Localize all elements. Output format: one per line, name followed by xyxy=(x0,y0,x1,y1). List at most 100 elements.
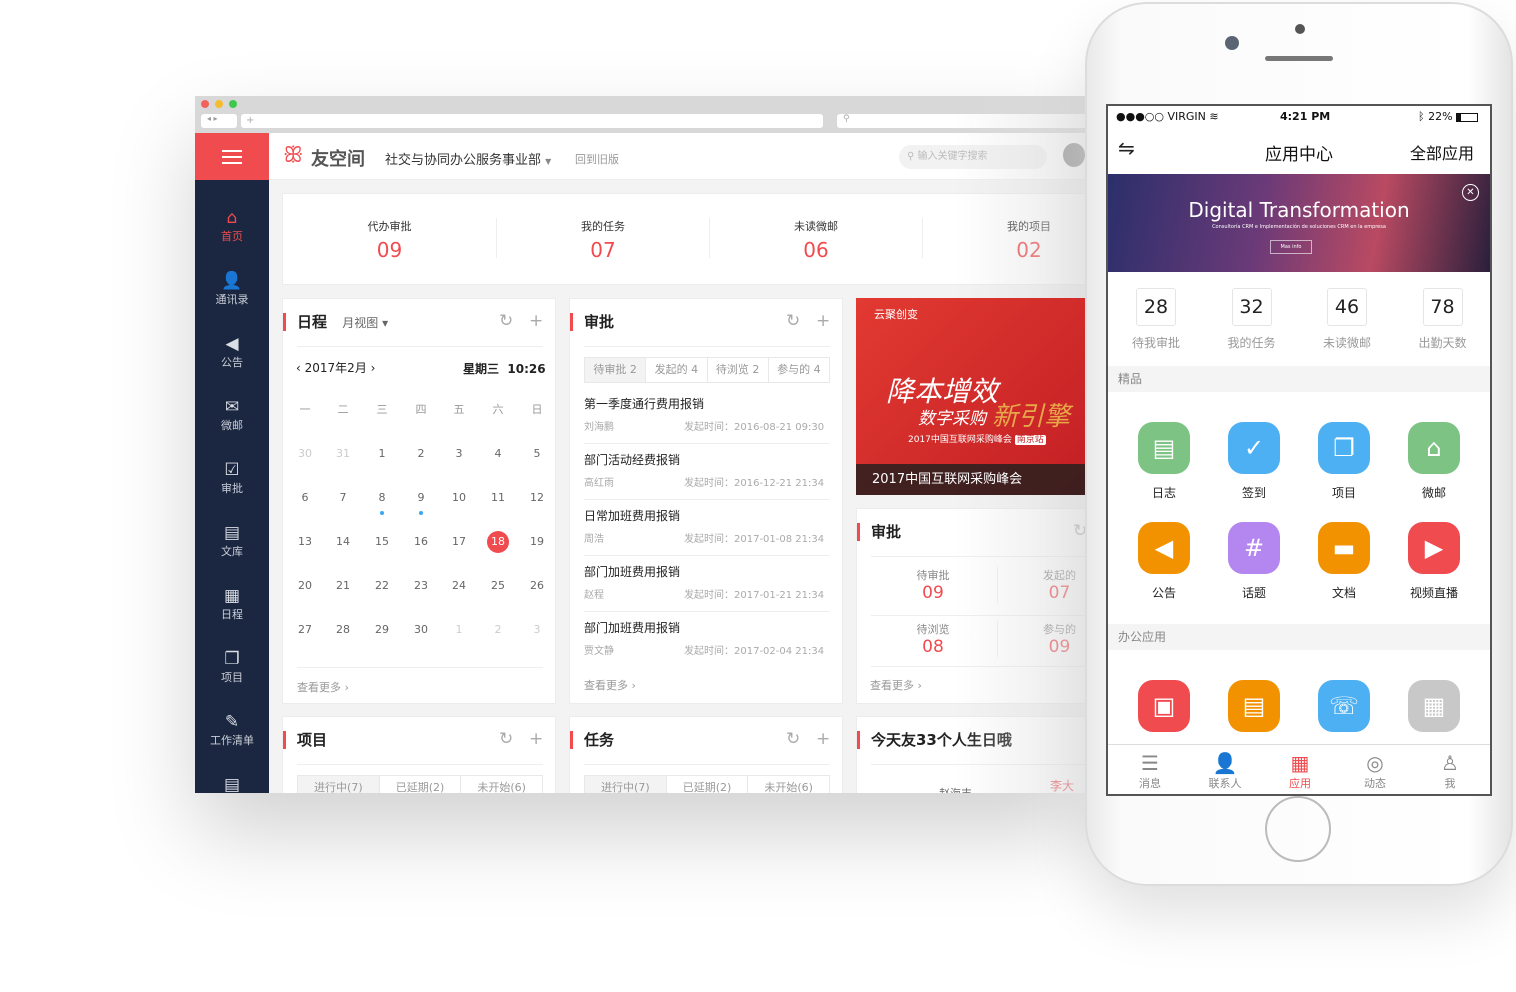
promo-banner[interactable]: 云聚创变 降本增效 数字采购 新引擎 2017中国互联网采购峰会 南京站 201… xyxy=(856,298,1085,495)
sidebar-item[interactable]: ✎ 工作清单 xyxy=(195,712,269,748)
app-tile[interactable]: ▦ xyxy=(1408,680,1460,732)
phone-stat[interactable]: 78 出勤天数 xyxy=(1403,288,1483,351)
calendar-day[interactable]: 4 xyxy=(487,443,509,465)
filter-tab[interactable]: 未开始(6) xyxy=(460,776,542,793)
browser-search-bar[interactable]: ⚲ xyxy=(837,114,1085,128)
sidebar-item[interactable]: ✉ 微邮 xyxy=(195,397,269,433)
approval-item[interactable]: 部门加班费用报销 贾文静 发起时间：2017-02-04 21:34 xyxy=(584,619,836,675)
app-tile[interactable]: ☏ xyxy=(1318,680,1370,732)
phone-stat[interactable]: 32 我的任务 xyxy=(1212,288,1292,351)
refresh-icon[interactable]: ↻ xyxy=(786,311,800,331)
calendar-day[interactable]: 8 xyxy=(371,487,393,509)
close-icon[interactable]: ✕ xyxy=(1462,184,1479,201)
approval-count[interactable]: 待浏览 08 xyxy=(871,621,995,657)
calendar-day[interactable]: 6 xyxy=(294,487,316,509)
calendar-day-today[interactable]: 18 xyxy=(487,531,509,553)
calendar-day[interactable]: 26 xyxy=(526,575,548,597)
calendar-day[interactable]: 31 xyxy=(332,443,354,465)
calendar-day[interactable]: 12 xyxy=(526,487,548,509)
address-bar[interactable]: + xyxy=(241,114,823,128)
filter-tab[interactable]: 参与的 4 xyxy=(767,358,829,382)
calendar-day[interactable]: 2 xyxy=(487,619,509,641)
approval-item[interactable]: 部门活动经费报销 高红雨 发起时间：2016-12-21 21:34 xyxy=(584,451,836,507)
calendar-day[interactable]: 21 xyxy=(332,575,354,597)
see-more-link[interactable]: 查看更多 › xyxy=(870,677,922,693)
calendar-day[interactable]: 29 xyxy=(371,619,393,641)
refresh-icon[interactable]: ↻ xyxy=(499,311,513,331)
tab-item[interactable]: ◎ 动态 xyxy=(1345,751,1405,791)
sidebar-item[interactable]: ▦ 日程 xyxy=(195,586,269,622)
menu-toggle-button[interactable] xyxy=(195,133,269,180)
next-month-icon[interactable]: › xyxy=(371,361,376,375)
app-tile[interactable]: ✓ 签到 xyxy=(1228,422,1280,501)
calendar-day[interactable]: 30 xyxy=(294,443,316,465)
prev-month-icon[interactable]: ‹ xyxy=(296,361,301,375)
calendar-day[interactable]: 7 xyxy=(332,487,354,509)
approval-item[interactable]: 第一季度通行费用报销 刘海鹏 发起时间：2016-08-21 09:30 xyxy=(584,395,836,451)
calendar-day[interactable]: 1 xyxy=(371,443,393,465)
approval-item[interactable]: 日常加班费用报销 周浩 发起时间：2017-01-08 21:34 xyxy=(584,507,836,563)
calendar-day[interactable]: 28 xyxy=(332,619,354,641)
filter-tab[interactable]: 待浏览 2 xyxy=(706,358,768,382)
calendar-day[interactable]: 22 xyxy=(371,575,393,597)
calendar-day[interactable]: 24 xyxy=(448,575,470,597)
refresh-icon[interactable]: ↻ xyxy=(786,729,800,749)
sidebar-item[interactable]: ❐ 项目 xyxy=(195,649,269,685)
sidebar-item[interactable]: ▤ 文库 xyxy=(195,523,269,559)
search-input[interactable]: ⚲ 输入关键字搜索 xyxy=(899,145,1047,169)
app-tile[interactable]: ▬ 文档 xyxy=(1318,522,1370,601)
tab-item[interactable]: ☰ 消息 xyxy=(1120,751,1180,791)
approval-count[interactable]: 待审批 09 xyxy=(871,567,995,603)
sidebar-item[interactable]: ☑ 审批 xyxy=(195,460,269,496)
filter-tab[interactable]: 已延期(2) xyxy=(665,776,748,793)
tab-item[interactable]: 👤 联系人 xyxy=(1195,751,1255,791)
org-selector[interactable]: 社交与协同办公服务事业部 ▼ xyxy=(385,149,551,168)
filter-tab[interactable]: 进行中(7) xyxy=(585,776,666,793)
calendar-day[interactable]: 23 xyxy=(410,575,432,597)
approval-item[interactable]: 部门加班费用报销 赵程 发起时间：2017-01-21 21:34 xyxy=(584,563,836,619)
sidebar-item[interactable]: 👤 通讯录 xyxy=(195,271,269,307)
back-forward-buttons[interactable]: ◂ ▸ xyxy=(201,114,237,128)
home-button[interactable] xyxy=(1265,796,1331,862)
calendar-day[interactable]: 17 xyxy=(448,531,470,553)
add-icon[interactable]: + xyxy=(529,729,543,749)
refresh-icon[interactable]: ↻ xyxy=(1073,521,1085,541)
calendar-day[interactable]: 30 xyxy=(410,619,432,641)
sidebar-item[interactable]: ◀ 公告 xyxy=(195,334,269,370)
refresh-icon[interactable]: ↻ xyxy=(499,729,513,749)
add-icon[interactable]: + xyxy=(816,729,830,749)
calendar-day[interactable]: 16 xyxy=(410,531,432,553)
app-tile[interactable]: ▶ 视频直播 xyxy=(1408,522,1460,601)
ad-banner[interactable]: Digital Transformation Consultoría CRM e… xyxy=(1108,174,1490,272)
approval-count[interactable]: 发起的 07 xyxy=(997,567,1085,603)
back-to-old-version-link[interactable]: 回到旧版 xyxy=(575,151,619,167)
sidebar-item[interactable]: ⌂ 首页 xyxy=(195,208,269,244)
see-more-link[interactable]: 查看更多 › xyxy=(584,677,636,693)
tab-item[interactable]: ▦ 应用 xyxy=(1270,751,1330,791)
calendar-day[interactable]: 13 xyxy=(294,531,316,553)
minimize-window-button[interactable] xyxy=(215,100,223,108)
calendar-day[interactable]: 2 xyxy=(410,443,432,465)
calendar-day[interactable]: 25 xyxy=(487,575,509,597)
add-icon[interactable]: + xyxy=(816,311,830,331)
stat-item[interactable]: 未读微邮 06 xyxy=(709,218,922,262)
sidebar-item[interactable]: ▤ xyxy=(195,775,269,793)
calendar-day[interactable]: 20 xyxy=(294,575,316,597)
app-tile[interactable]: # 话题 xyxy=(1228,522,1280,601)
app-tile[interactable]: ▤ xyxy=(1228,680,1280,732)
filter-tab[interactable]: 已延期(2) xyxy=(378,776,461,793)
all-apps-button[interactable]: 全部应用 xyxy=(1410,140,1474,164)
filter-tab[interactable]: 未开始(6) xyxy=(747,776,829,793)
phone-stat[interactable]: 28 待我审批 xyxy=(1116,288,1196,351)
calendar-day[interactable]: 11 xyxy=(487,487,509,509)
calendar-day[interactable]: 1 xyxy=(448,619,470,641)
calendar-day[interactable]: 15 xyxy=(371,531,393,553)
calendar-day[interactable]: 14 xyxy=(332,531,354,553)
app-tile[interactable]: ◀ 公告 xyxy=(1138,522,1190,601)
ad-more-button[interactable]: Mas info xyxy=(1270,240,1312,254)
filter-tab[interactable]: 发起的 4 xyxy=(645,358,706,382)
maximize-window-button[interactable] xyxy=(229,100,237,108)
app-tile[interactable]: ▣ xyxy=(1138,680,1190,732)
app-tile[interactable]: ❐ 项目 xyxy=(1318,422,1370,501)
stat-item[interactable]: 我的任务 07 xyxy=(496,218,709,262)
